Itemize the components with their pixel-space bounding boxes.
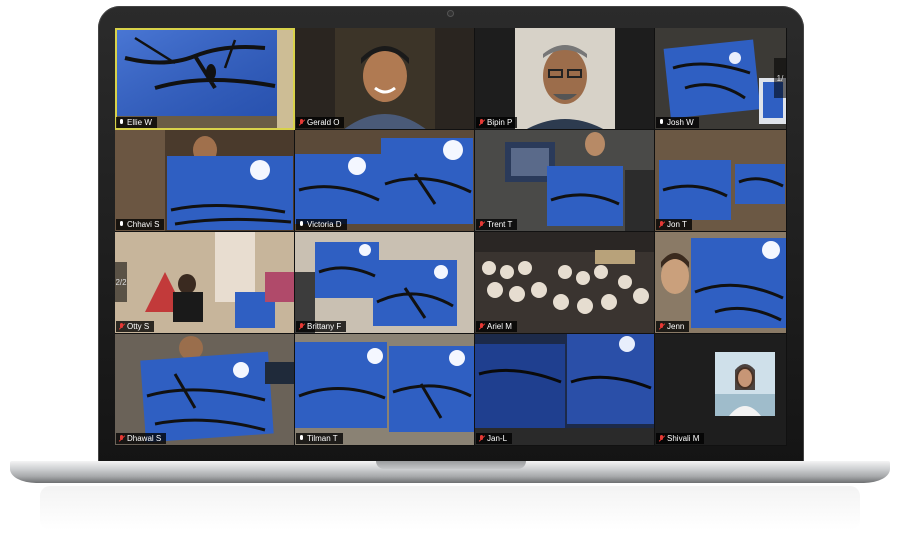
participant-name: Ellie W	[127, 118, 152, 127]
page-indicator: 2/2	[115, 277, 127, 287]
video-tile[interactable]: 2/2 Otty S	[115, 232, 295, 334]
video-feed	[655, 28, 786, 129]
video-feed	[115, 334, 294, 445]
participant-label: Trent T	[476, 219, 518, 230]
mic-muted-icon	[479, 435, 484, 442]
video-feed	[475, 232, 654, 333]
page-indicator: 1/	[776, 73, 784, 83]
mic-muted-icon	[479, 119, 484, 126]
video-tile[interactable]: Chhavi S	[115, 130, 295, 232]
participant-name: Jan-L	[487, 434, 508, 443]
participant-name: Josh W	[667, 118, 694, 127]
mic-muted-icon	[119, 435, 124, 442]
video-tile[interactable]: Brittany F	[295, 232, 475, 334]
video-tile[interactable]: Bipin P	[475, 28, 655, 130]
video-feed	[295, 28, 474, 129]
mic-muted-icon	[299, 119, 304, 126]
participant-label: Dhawal S	[116, 433, 167, 444]
participant-name: Trent T	[487, 220, 513, 229]
participant-name: Otty S	[127, 322, 150, 331]
participant-name: Bipin P	[487, 118, 513, 127]
video-feed	[475, 334, 654, 445]
laptop-reflection	[40, 486, 860, 530]
video-feed	[115, 232, 294, 333]
mic-muted-icon	[659, 323, 664, 330]
participant-label: Bipin P	[476, 117, 518, 128]
mic-icon	[119, 119, 124, 126]
zoom-screen: Ellie W Gerald O Bipin P 1/ Josh W Chhav…	[115, 28, 787, 446]
video-feed	[655, 334, 786, 445]
video-feed	[295, 232, 474, 333]
participant-label: Brittany F	[296, 321, 347, 332]
mic-muted-icon	[479, 323, 484, 330]
video-feed	[475, 28, 654, 129]
video-tile[interactable]: Gerald O	[295, 28, 475, 130]
participant-label: Victoria D	[296, 219, 347, 230]
mic-muted-icon	[659, 221, 664, 228]
video-feed	[295, 130, 474, 231]
video-tile[interactable]: Victoria D	[295, 130, 475, 232]
participant-label: Josh W	[656, 117, 699, 128]
participant-name: Dhawal S	[127, 434, 162, 443]
video-feed	[115, 130, 294, 231]
mic-icon	[299, 435, 304, 442]
video-tile[interactable]: Dhawal S	[115, 334, 295, 446]
mic-muted-icon	[659, 435, 664, 442]
mic-muted-icon	[119, 323, 124, 330]
participant-label: Gerald O	[296, 117, 345, 128]
participant-name: Ariel M	[487, 322, 512, 331]
gallery-grid: Ellie W Gerald O Bipin P 1/ Josh W Chhav…	[115, 28, 787, 446]
video-feed	[115, 28, 294, 129]
participant-label: Jan-L	[476, 433, 513, 444]
video-feed	[655, 130, 786, 231]
mic-icon	[299, 221, 304, 228]
video-tile[interactable]: Shivali M	[655, 334, 787, 446]
previous-page-button[interactable]: 2/2	[115, 262, 127, 302]
participant-name: Gerald O	[307, 118, 340, 127]
participant-label: Otty S	[116, 321, 155, 332]
participant-label: Ariel M	[476, 321, 517, 332]
mic-muted-icon	[299, 323, 304, 330]
participant-name: Jenn	[667, 322, 685, 331]
participant-name: Tilman T	[307, 434, 338, 443]
participant-name: Jon T	[667, 220, 687, 229]
laptop-base	[10, 461, 890, 483]
mic-icon	[119, 221, 124, 228]
participant-label: Jenn	[656, 321, 690, 332]
video-tile[interactable]: 1/ Josh W	[655, 28, 787, 130]
participant-label: Shivali M	[656, 433, 705, 444]
participant-name: Brittany F	[307, 322, 342, 331]
participant-label: Jon T	[656, 219, 692, 230]
video-tile[interactable]: Jenn	[655, 232, 787, 334]
laptop-lid: Ellie W Gerald O Bipin P 1/ Josh W Chhav…	[98, 6, 804, 468]
webcam-dot	[448, 11, 453, 16]
video-tile[interactable]: Trent T	[475, 130, 655, 232]
participant-label: Chhavi S	[116, 219, 165, 230]
mic-icon	[659, 119, 664, 126]
participant-name: Chhavi S	[127, 220, 160, 229]
video-tile[interactable]: Ariel M	[475, 232, 655, 334]
video-tile[interactable]: Jan-L	[475, 334, 655, 446]
participant-label: Ellie W	[116, 117, 157, 128]
video-tile[interactable]: Jon T	[655, 130, 787, 232]
participant-label: Tilman T	[296, 433, 343, 444]
participant-name: Shivali M	[667, 434, 700, 443]
laptop-notch	[376, 461, 526, 469]
video-tile[interactable]: Tilman T	[295, 334, 475, 446]
next-page-button[interactable]: 1/	[774, 58, 786, 98]
video-tile[interactable]: Ellie W	[115, 28, 295, 130]
participant-name: Victoria D	[307, 220, 342, 229]
video-feed	[655, 232, 786, 333]
mic-muted-icon	[479, 221, 484, 228]
video-feed	[475, 130, 654, 231]
video-feed	[295, 334, 474, 445]
